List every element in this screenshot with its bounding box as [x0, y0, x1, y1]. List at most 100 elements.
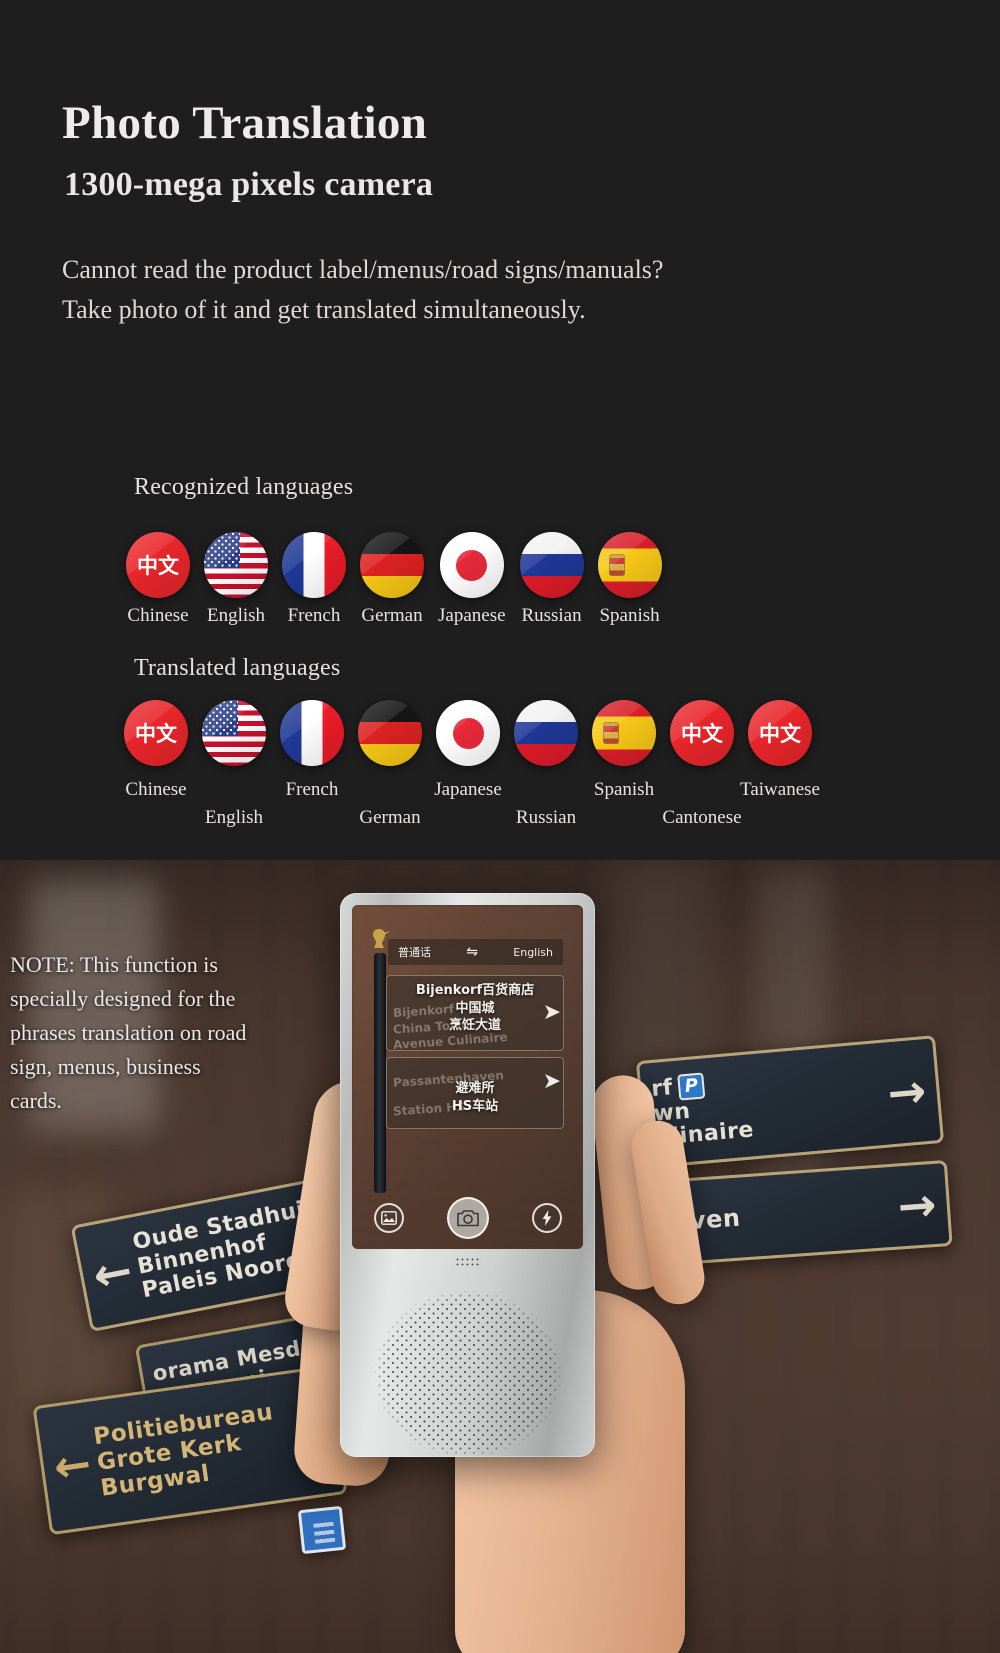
translated-line: HS车站: [451, 1098, 499, 1114]
language-item-french: French: [282, 532, 346, 627]
language-item-spanish: Spanish: [592, 700, 656, 800]
flag-jp-icon: [436, 700, 500, 766]
product-feature-page: ← Oude Stadhuis Binnenhof Paleis Noorder…: [0, 0, 1000, 1653]
translated-sign-text: Bijenkorf百货商店 中国城 烹饪大道: [387, 976, 563, 1035]
translated-line: 烹饪大道: [448, 1018, 501, 1034]
translated-line: 中国城: [455, 1000, 495, 1016]
flag-canton: [202, 700, 238, 736]
translated-languages-row: 中文 Chinese English French German Japanese Russ…: [124, 700, 820, 828]
language-item-russian: Russian: [519, 532, 584, 627]
gallery-icon[interactable]: [373, 1203, 404, 1233]
flag-glyph: 中文: [135, 722, 177, 746]
flag-crest: [608, 554, 625, 576]
language-item-japanese: Japanese: [434, 700, 502, 800]
flag-cn-icon: 中文: [124, 700, 188, 766]
arrow-right-icon: →: [895, 1176, 939, 1234]
note-line: sign, menus, business: [10, 1054, 201, 1080]
flag-glyph: 中文: [681, 722, 723, 746]
sign-line-text: rf: [650, 1075, 674, 1102]
source-language-label: 普通话: [398, 946, 431, 959]
language-label: English: [206, 605, 266, 626]
arrow-right-icon: ➤: [542, 1069, 561, 1094]
flag-ru-icon: [519, 532, 584, 598]
language-label: Russian: [515, 807, 577, 828]
language-label: Cantonese: [662, 807, 742, 828]
flag-de-icon: [360, 532, 424, 598]
flag-glyph: 中文: [759, 722, 801, 746]
language-label: English: [204, 807, 264, 828]
sign-line: aven: [672, 1203, 742, 1237]
translation-overlay-card: Bijenkorf China Town Avenue Culinaire Bi…: [386, 975, 564, 1051]
microphone-grille: [454, 1257, 481, 1267]
page-subtitle: 1300-mega pixels camera: [64, 166, 434, 203]
recognized-languages-heading: Recognized languages: [134, 474, 354, 500]
camera-controls: [352, 1197, 583, 1239]
language-label: French: [287, 605, 341, 626]
language-label: Japanese: [438, 605, 506, 626]
building-window: [760, 870, 830, 1210]
swap-languages-icon[interactable]: ⇋: [466, 945, 478, 959]
note-block: NOTE: This function is specially designe…: [10, 948, 340, 1118]
flag-us-icon: [202, 700, 266, 766]
recognized-languages-row: 中文 Chinese English French German Japanese Russ…: [126, 532, 662, 627]
translator-device: 普通话 ⇋ English Bijenkorf China Town Avenu…: [340, 893, 595, 1457]
translated-line: Bijenkorf百货商店: [415, 983, 535, 998]
language-pair-bar[interactable]: 普通话 ⇋ English: [388, 939, 563, 965]
page-title: Photo Translation: [62, 97, 428, 149]
translation-overlay-card: Passantenhaven Station HS 避难所 HS车站 ➤: [386, 1057, 564, 1129]
flash-icon[interactable]: [531, 1203, 562, 1233]
language-label: French: [285, 779, 339, 800]
language-item-taiwanese: 中文 Taiwanese: [740, 700, 820, 800]
language-item-english: English: [202, 700, 266, 828]
arrow-left-icon: ←: [50, 1438, 95, 1494]
translated-languages-heading: Translated languages: [134, 655, 341, 681]
flag-jp-icon: [439, 532, 504, 598]
language-item-russian: Russian: [514, 700, 578, 828]
flag-fr-icon: [280, 700, 344, 766]
note-line: phrases translation on road: [10, 1020, 247, 1046]
flag-es-icon: [597, 532, 662, 598]
language-label: German: [361, 605, 423, 626]
flag-de-icon: [358, 700, 422, 766]
flag-cn-icon: 中文: [126, 532, 190, 598]
language-item-japanese: Japanese: [438, 532, 506, 627]
translated-sign-text: 避难所 HS车站: [387, 1058, 563, 1115]
language-label: Russian: [521, 605, 582, 626]
language-label: German: [359, 807, 421, 828]
language-label: Spanish: [593, 779, 655, 800]
language-item-english: English: [204, 532, 268, 627]
note-line: cards.: [10, 1088, 62, 1114]
target-language-label: English: [513, 945, 553, 959]
language-item-chinese: 中文 Chinese: [126, 532, 190, 627]
flag-es-icon: [592, 700, 656, 766]
flag-ru-icon: [514, 700, 578, 766]
language-label: Spanish: [599, 605, 660, 626]
hero-description-line: Cannot read the product label/menus/road…: [62, 255, 664, 284]
flag-us-icon: [204, 532, 268, 598]
note-line: NOTE: This function is: [10, 952, 218, 977]
flag-cn-icon: 中文: [670, 700, 734, 766]
arrow-left-icon: ←: [88, 1242, 138, 1304]
flag-glyph: 中文: [137, 554, 179, 578]
flag-sun-disc: [452, 717, 484, 749]
language-label: Japanese: [434, 779, 502, 800]
flag-crest: [603, 722, 619, 744]
parking-blue-sign: [297, 1505, 347, 1555]
language-item-cantonese: 中文 Cantonese: [662, 700, 742, 828]
note-line: specially designed for the: [10, 986, 236, 1012]
language-item-german: German: [360, 532, 424, 627]
device-screen[interactable]: 普通话 ⇋ English Bijenkorf China Town Avenu…: [352, 905, 583, 1249]
language-item-spanish: Spanish: [597, 532, 662, 627]
lamp-post: [374, 953, 386, 1193]
speaker-grille: [374, 1291, 561, 1457]
flag-fr-icon: [282, 532, 346, 598]
arrow-right-icon: →: [885, 1063, 929, 1121]
parking-p-icon: P: [677, 1072, 706, 1101]
flag-sun-disc: [456, 549, 488, 581]
language-item-french: French: [280, 700, 344, 800]
camera-shutter-button[interactable]: [446, 1197, 489, 1239]
language-item-chinese: 中文 Chinese: [124, 700, 188, 800]
flag-cn-icon: 中文: [748, 700, 812, 766]
language-label: Chinese: [127, 605, 189, 626]
hero-description: Cannot read the product label/menus/road…: [62, 250, 663, 331]
